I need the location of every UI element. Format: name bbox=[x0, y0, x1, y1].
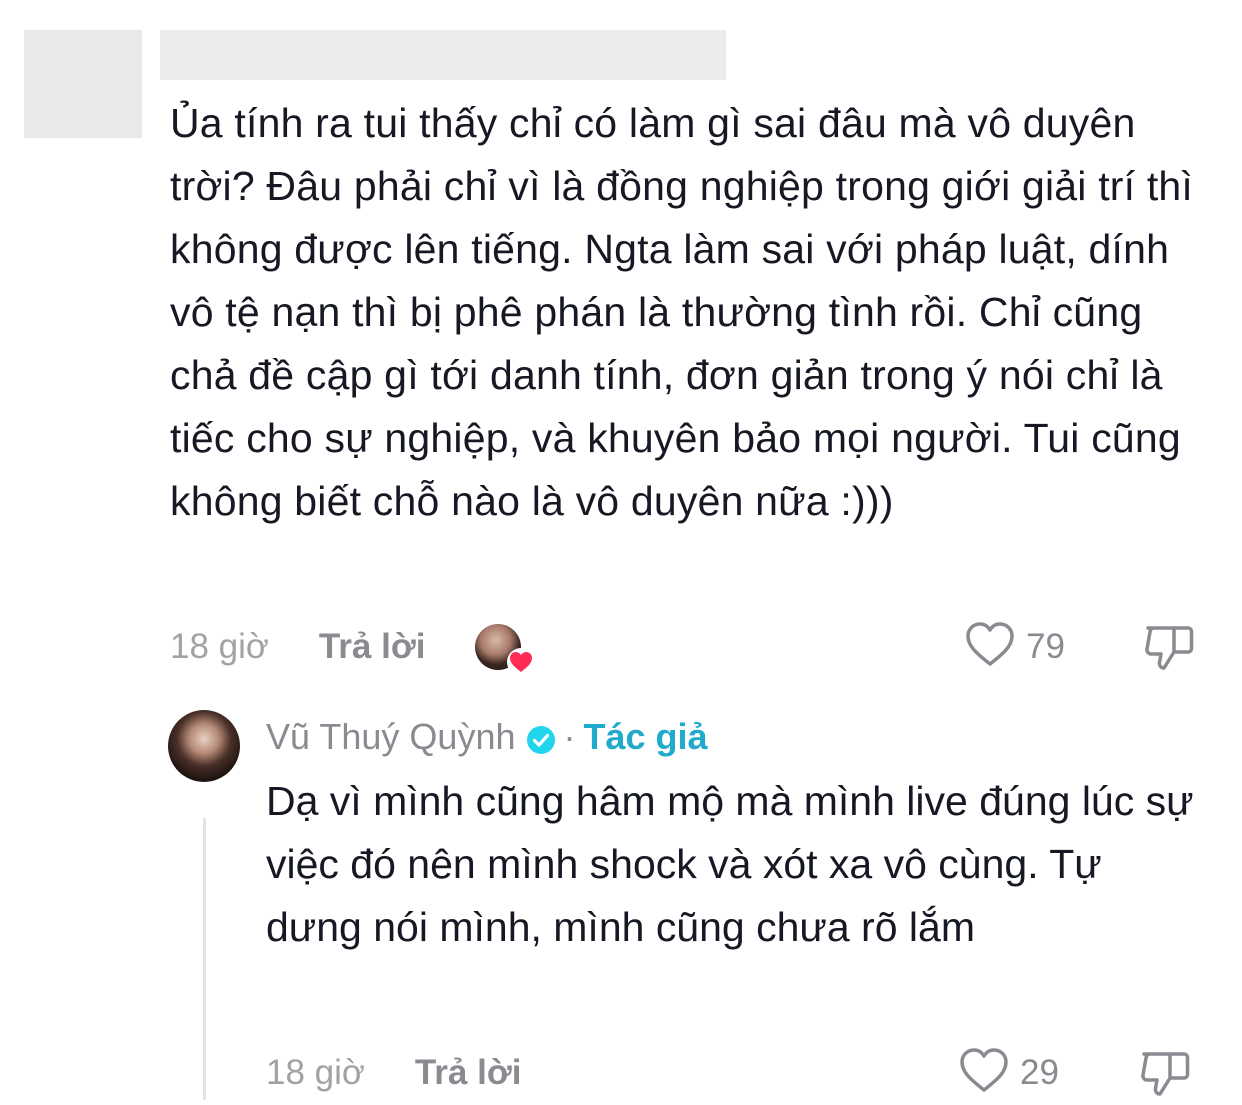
comment-text: Ủa tính ra tui thấy chỉ có làm gì sai đâ… bbox=[170, 100, 1194, 524]
commenter-avatar-blurred[interactable] bbox=[24, 30, 142, 138]
reply-thread-line bbox=[203, 818, 206, 1100]
author-tag: Tác giả bbox=[583, 716, 708, 757]
thumbs-down-outline-icon[interactable] bbox=[1142, 626, 1196, 676]
thumbs-down-outline-icon[interactable] bbox=[1138, 1052, 1192, 1102]
comment-time: 18 giờ bbox=[170, 627, 269, 666]
reply-like-count: 29 bbox=[1020, 1052, 1059, 1092]
commenter-name-blurred[interactable] bbox=[160, 30, 726, 80]
reply-dislike-button[interactable] bbox=[1138, 1048, 1192, 1103]
reply-author-avatar[interactable] bbox=[168, 710, 240, 782]
reply-reply-button[interactable]: Trả lời bbox=[415, 1053, 522, 1093]
comment-reply-button[interactable]: Trả lời bbox=[319, 627, 426, 667]
reply-like-button[interactable]: 29 bbox=[958, 1046, 1059, 1099]
liked-by-creator-indicator bbox=[475, 624, 536, 676]
heart-outline-icon[interactable] bbox=[964, 620, 1016, 673]
heart-outline-icon[interactable] bbox=[958, 1046, 1010, 1099]
header-separator: · bbox=[563, 716, 576, 757]
comment-like-count: 79 bbox=[1026, 626, 1065, 666]
reply-time: 18 giờ bbox=[266, 1053, 365, 1092]
heart-badge-icon bbox=[507, 648, 536, 676]
reply-meta-row: 18 giờ Trả lời bbox=[266, 1048, 521, 1098]
reply-author-name[interactable]: Vũ Thuý Quỳnh bbox=[266, 716, 516, 758]
comment-like-button[interactable]: 79 bbox=[964, 620, 1065, 673]
comment-dislike-button[interactable] bbox=[1142, 622, 1196, 677]
verified-badge-icon bbox=[526, 722, 556, 754]
comment-meta-row: 18 giờ Trả lời bbox=[170, 622, 536, 676]
reply-text: Dạ vì mình cũng hâm mộ mà mình live đúng… bbox=[266, 778, 1194, 950]
reply-header: Vũ Thuý Quỳnh · Tác giả bbox=[266, 712, 708, 762]
